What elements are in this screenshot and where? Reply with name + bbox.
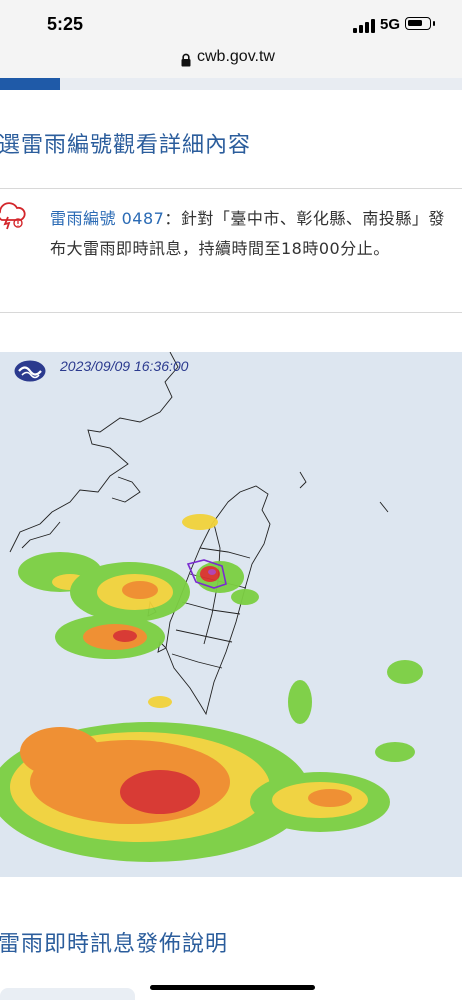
alert-item[interactable]: 雷雨編號 0487：針對「臺中市、彰化縣、南投縣」發布大雷雨即時訊息，持續時間至… xyxy=(50,204,450,264)
divider xyxy=(0,188,462,189)
radar-map xyxy=(0,352,423,862)
page-progress-bar xyxy=(0,78,462,90)
lock-icon xyxy=(181,53,191,67)
network-type: 5G xyxy=(380,16,401,33)
radar-image[interactable]: 2023/09/09 16:36:00 xyxy=(0,352,462,877)
home-indicator[interactable] xyxy=(150,985,315,990)
page-progress-fill xyxy=(0,78,61,90)
thunderstorm-alert-icon[interactable] xyxy=(0,196,26,230)
battery-cap xyxy=(433,21,435,26)
section-heading-select: 選雷雨編號觀看詳細內容 xyxy=(0,133,252,158)
address-bar[interactable]: cwb.gov.tw xyxy=(0,42,462,78)
next-card[interactable] xyxy=(0,988,135,1000)
section-heading-release: 雷雨即時訊息發佈說明 xyxy=(0,932,229,957)
url-text[interactable]: cwb.gov.tw xyxy=(197,48,275,66)
radar-timestamp: 2023/09/09 16:36:00 xyxy=(60,358,189,374)
status-bar: 5:25 5G xyxy=(0,0,462,42)
alert-link[interactable]: 雷雨編號 0487 xyxy=(50,209,164,228)
clock: 5:25 xyxy=(47,14,84,34)
battery-icon xyxy=(405,17,431,30)
divider xyxy=(0,312,462,313)
signal-icon xyxy=(353,19,377,33)
cwb-logo-icon xyxy=(14,360,46,382)
